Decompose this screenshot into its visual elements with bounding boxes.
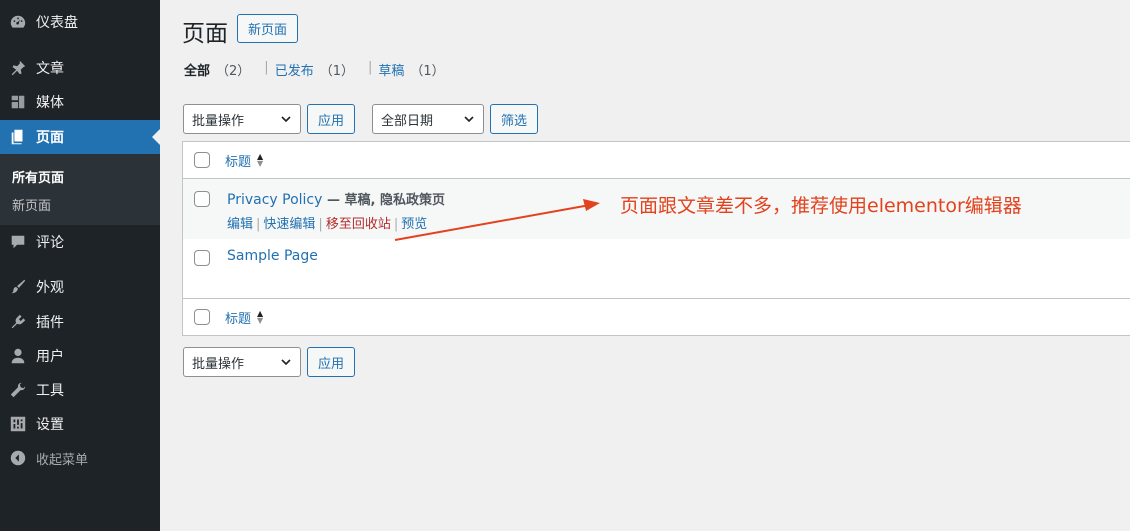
filter-draft[interactable]: 草稿 <box>378 60 404 79</box>
row-checkbox[interactable] <box>194 250 210 266</box>
bulk-actions-value: 批量操作 <box>192 356 245 372</box>
menu-item-comments[interactable]: 评论 <box>0 225 160 259</box>
separator: | <box>264 60 269 75</box>
pin-icon <box>0 59 36 77</box>
collapse-menu-button[interactable]: 收起菜单 <box>0 441 160 475</box>
menu-item-media[interactable]: 媒体 <box>0 85 160 119</box>
chevron-down-icon <box>281 359 291 366</box>
sort-icon: ▲ ▼ <box>257 309 264 325</box>
title-column-label: 标题 <box>225 311 252 327</box>
menu-label: 页面 <box>36 130 64 146</box>
table-footer: 标题 ▲ ▼ <box>183 298 1130 335</box>
filter-published-count: （1） <box>319 64 354 79</box>
title-column-label: 标题 <box>225 154 252 170</box>
menu-label: 评论 <box>36 235 64 251</box>
menu-item-tools[interactable]: 工具 <box>0 373 160 407</box>
select-all-checkbox[interactable] <box>194 152 210 168</box>
menu-item-dashboard[interactable]: 仪表盘 <box>0 5 160 39</box>
menu-label: 文章 <box>36 61 64 77</box>
row-checkbox[interactable] <box>194 191 210 207</box>
menu-item-posts[interactable]: 文章 <box>0 51 160 85</box>
page-title-text: Privacy Policy <box>227 192 323 208</box>
bulk-actions-select-top[interactable]: 批量操作 <box>183 104 301 134</box>
filter-all[interactable]: 全部 <box>184 60 210 79</box>
filter-published[interactable]: 已发布 <box>275 60 314 79</box>
row-actions: 编辑 | 快速编辑 | 移至回收站 | 预览 <box>227 213 427 232</box>
table-row: Sample Page <box>183 239 1130 299</box>
wrench-icon <box>0 381 36 399</box>
bulk-actions-select-bottom[interactable]: 批量操作 <box>183 347 301 377</box>
trash-link[interactable]: 移至回收站 <box>326 217 391 232</box>
preview-link[interactable]: 预览 <box>401 217 427 232</box>
page-state: — 草稿, 隐私政策页 <box>322 193 445 208</box>
status-filter-links: 全部 （2） | 已发布 （1） | 草稿 （1） <box>184 60 449 79</box>
date-filter-value: 全部日期 <box>381 113 434 129</box>
submenu-new-page[interactable]: 新页面 <box>12 195 51 214</box>
submenu-all-pages[interactable]: 所有页面 <box>12 167 64 186</box>
menu-label: 媒体 <box>36 95 64 111</box>
main-content: 页面 新页面 全部 （2） | 已发布 （1） | 草稿 （1） 批量操作 应用… <box>160 0 1130 531</box>
menu-item-appearance[interactable]: 外观 <box>0 270 160 304</box>
apply-button-bottom[interactable]: 应用 <box>307 347 355 377</box>
menu-label: 用户 <box>36 349 64 365</box>
admin-sidebar: 仪表盘 文章 媒体 页面 所有页面 新页面 评论 外观 插件 用户 工具 设置 <box>0 0 160 531</box>
user-icon <box>0 347 36 365</box>
dashboard-icon <box>0 13 36 31</box>
menu-label: 设置 <box>36 417 64 433</box>
apply-button-top[interactable]: 应用 <box>307 104 355 134</box>
table-header: 标题 ▲ ▼ <box>183 142 1130 179</box>
page-title-link[interactable]: Sample Page <box>227 248 318 264</box>
menu-label: 外观 <box>36 280 64 296</box>
title-column-header[interactable]: 标题 ▲ ▼ <box>225 151 263 170</box>
separator: | <box>256 217 261 232</box>
separator: | <box>367 60 373 75</box>
collapse-label: 收起菜单 <box>36 452 89 468</box>
menu-label: 仪表盘 <box>36 15 78 31</box>
chevron-down-icon <box>464 116 474 123</box>
menu-item-plugins[interactable]: 插件 <box>0 305 160 339</box>
date-filter-select[interactable]: 全部日期 <box>372 104 484 134</box>
settings-icon <box>0 415 36 433</box>
menu-label: 插件 <box>36 315 64 331</box>
filter-draft-count: （1） <box>410 64 445 79</box>
separator: | <box>318 217 323 232</box>
edit-link[interactable]: 编辑 <box>227 217 253 232</box>
bulk-actions-value: 批量操作 <box>192 113 245 129</box>
sort-icon: ▲ ▼ <box>257 152 264 168</box>
collapse-arrow-icon <box>0 449 36 467</box>
annotation-text: 页面跟文章差不多，推荐使用elementor编辑器 <box>620 195 1022 217</box>
menu-item-pages[interactable]: 页面 <box>0 120 160 154</box>
menu-item-users[interactable]: 用户 <box>0 339 160 373</box>
filter-all-count: （2） <box>216 64 251 79</box>
separator: | <box>393 217 399 232</box>
add-new-page-button[interactable]: 新页面 <box>237 14 298 43</box>
brush-icon <box>0 278 36 296</box>
filter-button[interactable]: 筛选 <box>490 104 538 134</box>
page-title: 页面 <box>182 21 228 47</box>
menu-label: 工具 <box>36 383 64 399</box>
pages-table: 标题 ▲ ▼ Privacy Policy — 草稿, 隐私政策页 编辑 | 快速编辑… <box>182 141 1130 336</box>
page-title-link[interactable]: Privacy Policy — 草稿, 隐私政策页 <box>227 189 445 208</box>
pages-icon <box>0 128 36 146</box>
title-column-footer[interactable]: 标题 ▲ ▼ <box>225 308 263 327</box>
comment-icon <box>0 233 36 251</box>
menu-item-settings[interactable]: 设置 <box>0 407 160 441</box>
pages-submenu: 所有页面 新页面 <box>0 154 160 225</box>
quick-edit-link[interactable]: 快速编辑 <box>263 217 315 232</box>
media-icon <box>0 93 36 111</box>
select-all-checkbox-footer[interactable] <box>194 309 210 325</box>
chevron-down-icon <box>281 116 291 123</box>
plugin-icon <box>0 313 36 331</box>
